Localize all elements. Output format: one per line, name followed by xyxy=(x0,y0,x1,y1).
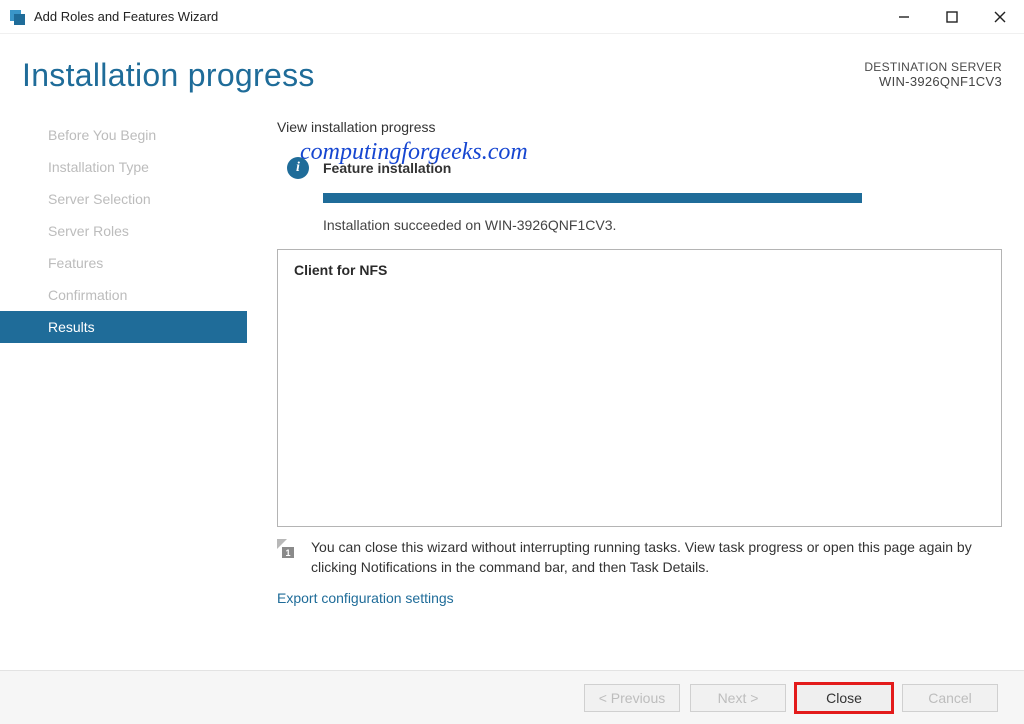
content: Installation progress DESTINATION SERVER… xyxy=(0,34,1024,670)
result-text: Installation succeeded on WIN-3926QNF1CV… xyxy=(323,217,1002,233)
close-button[interactable]: Close xyxy=(796,684,892,712)
sidebar-item-before-you-begin: Before You Begin xyxy=(22,119,247,151)
titlebar: Add Roles and Features Wizard xyxy=(0,0,1024,34)
details-box: Client for NFS xyxy=(277,249,1002,527)
destination-server: DESTINATION SERVER WIN-3926QNF1CV3 xyxy=(864,60,1002,89)
export-configuration-link[interactable]: Export configuration settings xyxy=(277,590,454,606)
info-icon: i xyxy=(287,157,309,179)
button-bar: < Previous Next > Close Cancel xyxy=(0,670,1024,724)
hint-row: 1 You can close this wizard without inte… xyxy=(277,537,1002,578)
feature-name: Client for NFS xyxy=(294,262,985,278)
sidebar-item-installation-type: Installation Type xyxy=(22,151,247,183)
main-panel: View installation progress i Feature ins… xyxy=(247,103,1002,670)
app-icon xyxy=(8,7,28,27)
sidebar-item-features: Features xyxy=(22,247,247,279)
destination-server-name: WIN-3926QNF1CV3 xyxy=(864,74,1002,89)
cancel-button: Cancel xyxy=(902,684,998,712)
window-title: Add Roles and Features Wizard xyxy=(34,9,880,24)
sidebar-item-server-roles: Server Roles xyxy=(22,215,247,247)
progress-bar xyxy=(323,193,862,203)
hint-text: You can close this wizard without interr… xyxy=(311,537,1002,578)
wizard-sidebar: Before You Begin Installation Type Serve… xyxy=(22,103,247,670)
maximize-button[interactable] xyxy=(928,0,976,33)
destination-label: DESTINATION SERVER xyxy=(864,60,1002,74)
sidebar-item-server-selection: Server Selection xyxy=(22,183,247,215)
status-row: i Feature installation xyxy=(287,157,1002,179)
flag-icon: 1 xyxy=(277,539,299,561)
next-button: Next > xyxy=(690,684,786,712)
hint-badge: 1 xyxy=(282,547,294,558)
minimize-button[interactable] xyxy=(880,0,928,33)
section-label: View installation progress xyxy=(277,119,1002,135)
previous-button: < Previous xyxy=(584,684,680,712)
status-title: Feature installation xyxy=(323,160,451,176)
sidebar-item-confirmation: Confirmation xyxy=(22,279,247,311)
sidebar-item-results: Results xyxy=(0,311,247,343)
page-title: Installation progress xyxy=(22,58,864,93)
window-close-button[interactable] xyxy=(976,0,1024,33)
